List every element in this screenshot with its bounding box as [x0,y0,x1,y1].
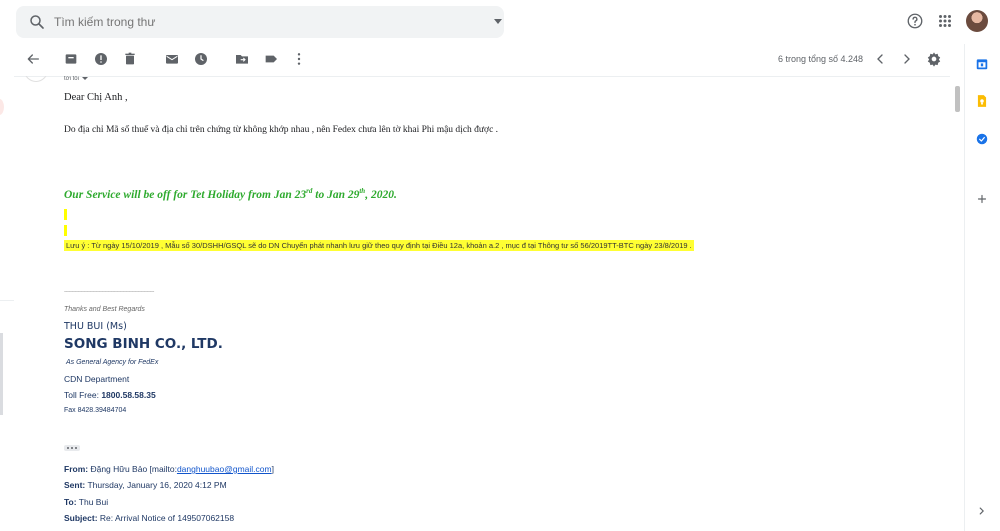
sender-email-link[interactable]: danghuubao@gmail.com [177,464,272,474]
signature-toll-free: Toll Free: 1800.58.58.35 [64,390,156,400]
scrollbar-thumb[interactable] [955,86,960,112]
search-bar[interactable] [16,6,504,38]
quoted-subject: Subject: Re: Arrival Notice of 149507062… [64,513,235,523]
email-paragraph: Do địa chỉ Mã số thuế và địa chỉ trên ch… [64,125,499,135]
signature-department: CDN Department [64,374,130,384]
label-icon[interactable] [263,51,279,67]
quoted-to: To: Thu Bui [64,497,109,507]
message-toolbar: 6 trong tổng số 4.248 [0,44,950,76]
show-trimmed-content-button[interactable] [64,445,80,451]
signature-divider: ----------------------------------------… [64,289,154,295]
signature-agency: As General Agency for FedEx [66,359,159,366]
expand-chevron-icon[interactable] [975,504,989,518]
delete-icon[interactable] [122,51,138,67]
report-spam-icon[interactable] [93,51,109,67]
highlight-marker [64,209,67,220]
archive-icon[interactable] [63,51,79,67]
pagination-label: 6 trong tổng số 4.248 [778,54,864,64]
highlight-marker [64,225,67,236]
regulation-note: Lưu ý : Từ ngày 15/10/2019 , Mẫu số 30/D… [64,240,694,251]
move-to-icon[interactable] [234,51,250,67]
account-avatar[interactable] [966,10,988,32]
chevron-right-icon[interactable] [899,51,915,67]
apps-grid-icon[interactable] [936,12,954,30]
tasks-icon[interactable] [975,132,989,146]
quoted-sent: Sent: Thursday, January 16, 2020 4:12 PM [64,480,227,490]
recipient-details-toggle[interactable]: tới tôi [64,76,88,82]
mark-unread-icon[interactable] [164,51,180,67]
settings-gear-icon[interactable] [926,51,942,67]
top-bar [0,0,1000,44]
quoted-from: From: Đặng Hữu Bảo [mailto:danghuubao@gm… [64,464,274,474]
keep-icon[interactable] [975,94,989,108]
left-rail-divider [0,300,14,301]
help-icon[interactable] [906,12,924,30]
left-rail-scroll [0,333,3,415]
sender-avatar [24,76,48,82]
email-greeting: Dear Chị Anh , [64,92,128,103]
signature-fax: Fax 8428.39484704 [64,407,127,414]
chevron-left-icon[interactable] [872,51,888,67]
signature-name: THU BUI (Ms) [64,321,127,332]
add-icon[interactable] [975,192,989,206]
calendar-icon[interactable] [975,57,989,71]
search-icon[interactable] [28,13,46,31]
back-arrow-icon[interactable] [25,51,41,67]
content-scrollbar[interactable] [953,80,961,531]
signature-thanks: Thanks and Best Regards [64,306,145,313]
holiday-notice: Our Service will be off for Tet Holiday … [64,187,397,201]
search-options-caret-icon[interactable] [494,19,502,24]
signature-company: SONG BINH CO., LTD. [64,336,223,352]
email-body: tới tôi Dear Chị Anh , Do địa chỉ Mã số … [0,76,950,531]
more-vert-icon[interactable] [291,51,307,67]
side-panel [964,44,1000,531]
snooze-icon[interactable] [193,51,209,67]
search-input[interactable] [54,6,474,38]
